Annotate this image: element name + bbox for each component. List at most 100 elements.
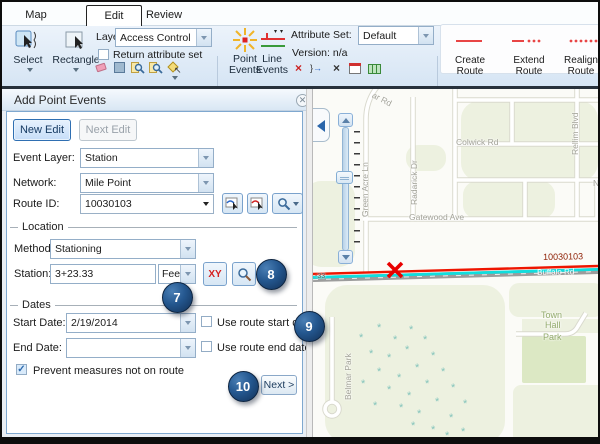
select-dropdown-caret[interactable] — [27, 68, 33, 72]
end-date-value — [67, 339, 180, 357]
collapse-left-arrow-icon — [317, 120, 325, 132]
map-view[interactable]: **************************** ar RdColwic… — [313, 89, 598, 437]
attribute-table-icon[interactable] — [367, 62, 382, 77]
create-route-label: Create Route — [442, 55, 498, 77]
station-input[interactable]: 3+23.33 — [50, 264, 156, 284]
prevent-measures-checkbox[interactable]: ✓ — [16, 364, 27, 375]
map-label: Radarick Dr — [409, 160, 419, 205]
extend-route-label: Extend Route — [500, 55, 558, 77]
route-search-button[interactable] — [272, 193, 303, 214]
event-layer-value: Station — [81, 149, 198, 167]
network-label: Network: — [13, 177, 56, 189]
magnifier-icon — [237, 267, 252, 282]
create-route-icon — [454, 38, 484, 44]
next-button[interactable]: Next > — [261, 375, 297, 395]
route-id-combobox[interactable]: 10030103 — [80, 194, 214, 214]
use-route-end-date-checkbox[interactable] — [201, 341, 212, 352]
select-features-icon[interactable]: ↖ — [166, 60, 181, 75]
tab-review[interactable]: Review — [136, 5, 192, 26]
zoom-out-button[interactable] — [338, 250, 353, 264]
units-dropdown-button[interactable] — [180, 265, 195, 283]
next-edit-button[interactable]: Next Edit — [79, 119, 137, 141]
xy-icon: XY — [208, 269, 221, 280]
layer-value: Access Control — [116, 29, 196, 46]
zoom-to-selection-icon[interactable] — [130, 60, 145, 75]
extend-route-icon — [510, 38, 544, 44]
units-combobox[interactable]: Feet — [158, 264, 196, 284]
end-date-picker[interactable] — [66, 338, 196, 358]
prevent-measures-label: Prevent measures not on route — [33, 365, 184, 377]
event-layer-combobox[interactable]: Station — [80, 148, 214, 168]
clear-route-selection-button[interactable] — [247, 193, 268, 214]
realign-route-label: Realign Route — [558, 55, 600, 77]
map-label: Gatewood Ave — [409, 212, 464, 222]
network-dropdown-button[interactable] — [198, 174, 213, 192]
use-route-start-date-label: Use route start date — [217, 317, 314, 329]
panel-title: Add Point Events — [14, 93, 106, 107]
select-tool-icon — [14, 29, 40, 53]
line-events-icon — [259, 29, 287, 51]
chevron-down-icon — [185, 272, 191, 276]
chevron-down-icon — [185, 346, 191, 350]
collapse-panel-tab[interactable] — [313, 108, 330, 142]
tab-map[interactable]: Map — [8, 5, 64, 26]
zoom-slider-handle[interactable] — [336, 171, 353, 184]
fill-selection-icon[interactable] — [112, 60, 127, 75]
end-date-dropdown-button[interactable] — [180, 339, 195, 357]
start-date-picker[interactable]: 2/19/2014 — [66, 313, 196, 333]
method-dropdown-button[interactable] — [180, 240, 195, 258]
method-combobox[interactable]: Stationing — [50, 239, 196, 259]
select-features-caret[interactable] — [172, 76, 178, 80]
delete-event-icon[interactable]: × — [291, 61, 306, 76]
chevron-down-icon — [342, 255, 350, 260]
select-route-on-map-button[interactable] — [222, 193, 243, 214]
end-date-label: End Date: — [13, 342, 62, 354]
attribute-set-label: Attribute Set: — [291, 29, 352, 41]
move-event-icon[interactable]: × — [329, 61, 344, 76]
window-border — [0, 0, 600, 2]
map-label: Belmar Park — [343, 353, 353, 400]
use-route-start-date-checkbox[interactable] — [201, 316, 212, 327]
network-combobox[interactable]: Mile Point — [80, 173, 214, 193]
xy-coordinates-button[interactable]: XY — [203, 262, 227, 286]
map-label: 10030103 — [543, 251, 583, 262]
ribbon: Select Rectangle Layer: Access Control R… — [2, 26, 598, 86]
reassign-event-icon[interactable]: }→ — [310, 61, 325, 76]
attribute-set-dropdown-button[interactable] — [418, 27, 433, 44]
start-date-dropdown-button[interactable] — [180, 314, 195, 332]
chevron-up-icon — [342, 118, 350, 123]
locate-station-button[interactable] — [232, 262, 256, 286]
event-attributes-window-icon[interactable] — [348, 62, 363, 77]
location-legend: Location — [18, 221, 68, 233]
chevron-down-icon — [203, 156, 209, 160]
event-layer-dropdown-button[interactable] — [198, 149, 213, 167]
ribbon-tab-bar: Map Edit Review — [2, 2, 598, 26]
return-attribute-set-checkbox[interactable] — [98, 49, 109, 60]
window-border — [0, 0, 2, 444]
panel-splitter[interactable] — [306, 89, 313, 437]
version-label: Version: n/a — [292, 47, 347, 59]
tab-edit[interactable]: Edit — [86, 5, 142, 26]
event-layer-label: Event Layer: — [13, 152, 75, 164]
new-edit-button[interactable]: New Edit — [13, 119, 71, 141]
route-id-label: Route ID: — [13, 198, 59, 210]
dates-legend: Dates — [18, 299, 55, 311]
map-label: Colwick Rd — [456, 137, 499, 147]
network-value: Mile Point — [81, 174, 198, 192]
zoom-slider-track[interactable] — [342, 127, 349, 251]
layer-dropdown-button[interactable] — [196, 29, 211, 46]
select-route-on-map-icon — [225, 196, 240, 211]
pan-to-selection-icon[interactable] — [148, 60, 163, 75]
attribute-set-combobox[interactable]: Default — [358, 26, 434, 45]
zoom-in-button[interactable] — [338, 113, 353, 127]
route-id-dropdown-button[interactable] — [199, 195, 213, 213]
map-label: Hall — [545, 320, 561, 330]
layer-combobox[interactable]: Access Control — [115, 28, 212, 47]
rectangle-dropdown-caret[interactable] — [73, 68, 79, 72]
chevron-down-icon — [423, 34, 429, 38]
map-label: ar Rd — [370, 90, 393, 108]
clear-selection-eraser-icon[interactable] — [94, 60, 109, 75]
method-label: Method: — [14, 243, 54, 255]
chevron-down-icon — [185, 247, 191, 251]
chevron-down-icon — [201, 36, 207, 40]
